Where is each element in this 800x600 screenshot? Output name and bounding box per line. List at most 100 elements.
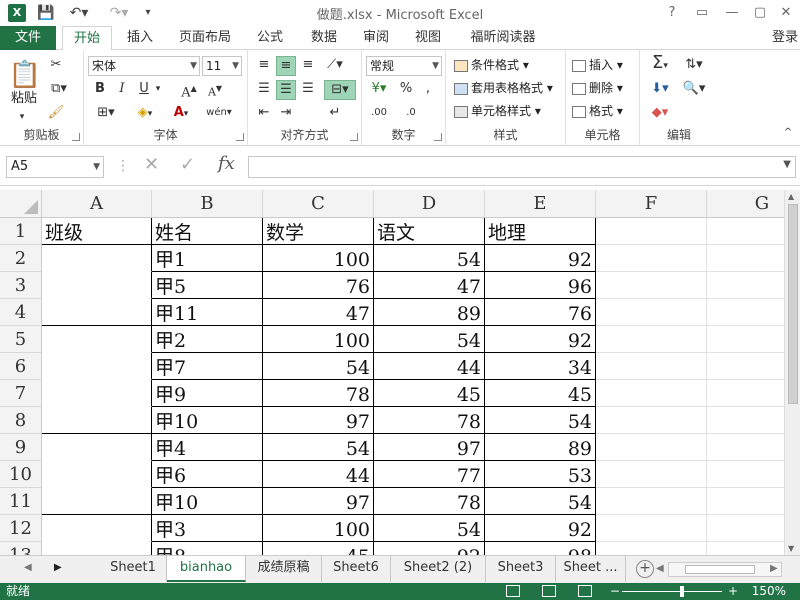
tab-home[interactable]: 开始 — [62, 26, 112, 51]
table-cell[interactable] — [707, 461, 784, 488]
scroll-down-icon[interactable]: ▼ — [788, 544, 794, 553]
tab-insert[interactable]: 插入 — [118, 26, 162, 50]
table-cell[interactable] — [707, 380, 784, 407]
tab-foxit-reader[interactable]: 福昕阅读器 — [460, 26, 546, 50]
table-cell[interactable] — [42, 515, 152, 542]
table-cell[interactable]: 54 — [374, 515, 485, 542]
table-cell[interactable]: 甲3 — [152, 515, 263, 542]
table-cell[interactable]: 89 — [485, 434, 596, 461]
table-cell[interactable]: 76 — [263, 272, 374, 299]
underline-button[interactable]: U — [136, 80, 152, 100]
table-cell[interactable] — [596, 353, 707, 380]
tab-file[interactable]: 文件 — [0, 26, 56, 50]
sort-filter-icon[interactable]: ⇅▾ — [680, 56, 708, 76]
table-cell[interactable]: 甲7 — [152, 353, 263, 380]
table-cell[interactable]: 92 — [485, 515, 596, 542]
cell-styles-button[interactable]: 单元格样式 ▾ — [454, 102, 541, 120]
format-as-table-button[interactable]: 套用表格格式 ▾ — [454, 79, 553, 97]
table-cell[interactable]: 45 — [263, 542, 374, 555]
login-link[interactable]: 登录 — [772, 26, 800, 50]
column-header-d[interactable]: D — [374, 190, 485, 218]
column-header-c[interactable]: C — [263, 190, 374, 218]
table-cell[interactable] — [707, 434, 784, 461]
clear-icon[interactable]: ◆▾ — [646, 104, 674, 124]
table-cell[interactable]: 78 — [374, 407, 485, 434]
table-cell[interactable]: 甲11 — [152, 299, 263, 326]
table-cell[interactable]: 97 — [374, 434, 485, 461]
table-cell[interactable]: 47 — [263, 299, 374, 326]
orientation-icon[interactable]: ⟋▾ — [324, 56, 346, 76]
delete-cells-button[interactable]: 删除 ▾ — [572, 79, 623, 97]
zoom-in-icon[interactable]: + — [728, 583, 738, 600]
table-cell[interactable]: 姓名 — [152, 218, 263, 245]
table-cell[interactable]: 92 — [485, 326, 596, 353]
table-cell[interactable]: 54 — [374, 245, 485, 272]
hscroll-right-icon[interactable]: ▶ — [770, 563, 778, 574]
find-select-icon[interactable]: 🔍▾ — [680, 80, 708, 100]
column-header-b[interactable]: B — [152, 190, 263, 218]
clipboard-launcher-icon[interactable] — [72, 133, 80, 141]
sheet-tab[interactable]: Sheet ... — [556, 556, 626, 582]
add-sheet-button[interactable]: + — [636, 560, 654, 578]
bold-button[interactable]: B — [92, 80, 108, 100]
table-cell[interactable] — [42, 461, 152, 488]
table-cell[interactable] — [596, 515, 707, 542]
table-cell[interactable] — [596, 461, 707, 488]
enter-icon[interactable]: ✓ — [180, 154, 195, 175]
row-header[interactable]: 9 — [0, 434, 42, 461]
table-cell[interactable]: 甲4 — [152, 434, 263, 461]
comma-style-icon[interactable]: , — [420, 80, 436, 100]
conditional-formatting-button[interactable]: 条件格式 ▾ — [454, 56, 529, 74]
table-cell[interactable]: 数学 — [263, 218, 374, 245]
percent-button[interactable]: % — [398, 80, 414, 100]
increase-indent-icon[interactable]: ⇥ — [276, 104, 296, 124]
table-cell[interactable]: 54 — [263, 353, 374, 380]
table-cell[interactable]: 44 — [374, 353, 485, 380]
horizontal-scroll-thumb[interactable] — [685, 565, 755, 574]
table-cell[interactable] — [596, 326, 707, 353]
table-cell[interactable] — [42, 326, 152, 353]
table-cell[interactable] — [596, 299, 707, 326]
table-cell[interactable]: 54 — [485, 488, 596, 515]
table-cell[interactable]: 54 — [263, 434, 374, 461]
vertical-scrollbar[interactable]: ▲ ▼ — [784, 190, 800, 555]
table-cell[interactable] — [596, 272, 707, 299]
row-header[interactable]: 10 — [0, 461, 42, 488]
sheet-tab[interactable]: Sheet3 — [486, 556, 556, 582]
page-break-view-icon[interactable] — [578, 585, 592, 597]
horizontal-scrollbar[interactable] — [668, 562, 782, 577]
row-header[interactable]: 5 — [0, 326, 42, 353]
normal-view-icon[interactable] — [506, 585, 520, 597]
row-header[interactable]: 2 — [0, 245, 42, 272]
table-cell[interactable] — [42, 407, 152, 434]
table-cell[interactable]: 47 — [374, 272, 485, 299]
table-cell[interactable] — [596, 407, 707, 434]
zoom-out-icon[interactable]: − — [610, 583, 620, 600]
table-cell[interactable]: 100 — [263, 515, 374, 542]
table-cell[interactable]: 班级 — [42, 218, 152, 245]
merge-center-icon[interactable]: ⊟▾ — [324, 80, 356, 100]
sheet-scroll-left-icon[interactable]: ◀ — [24, 562, 32, 573]
sheet-tab[interactable]: 成绩原稿 — [246, 556, 322, 582]
table-cell[interactable] — [707, 245, 784, 272]
alignment-launcher-icon[interactable] — [350, 133, 358, 141]
table-cell[interactable] — [42, 380, 152, 407]
vertical-scroll-thumb[interactable] — [788, 204, 798, 404]
row-header[interactable]: 11 — [0, 488, 42, 515]
row-header[interactable]: 13 — [0, 542, 42, 555]
table-cell[interactable]: 78 — [263, 380, 374, 407]
hscroll-left-icon[interactable]: ◀ — [656, 563, 664, 574]
table-cell[interactable]: 44 — [263, 461, 374, 488]
column-header-a[interactable]: A — [42, 190, 152, 218]
table-cell[interactable]: 地理 — [485, 218, 596, 245]
sheet-scroll-right-icon[interactable]: ▶ — [54, 562, 62, 573]
underline-dropdown-icon[interactable]: ▾ — [152, 80, 164, 100]
increase-font-icon[interactable]: A▲ — [178, 80, 200, 100]
row-header[interactable]: 6 — [0, 353, 42, 380]
borders-icon[interactable]: ⊞▾ — [92, 104, 120, 124]
formula-input[interactable]: ▼ — [248, 156, 796, 178]
chevron-down-icon[interactable]: ▼ — [783, 159, 791, 170]
table-cell[interactable] — [42, 245, 152, 272]
table-cell[interactable] — [707, 407, 784, 434]
table-cell[interactable] — [707, 488, 784, 515]
